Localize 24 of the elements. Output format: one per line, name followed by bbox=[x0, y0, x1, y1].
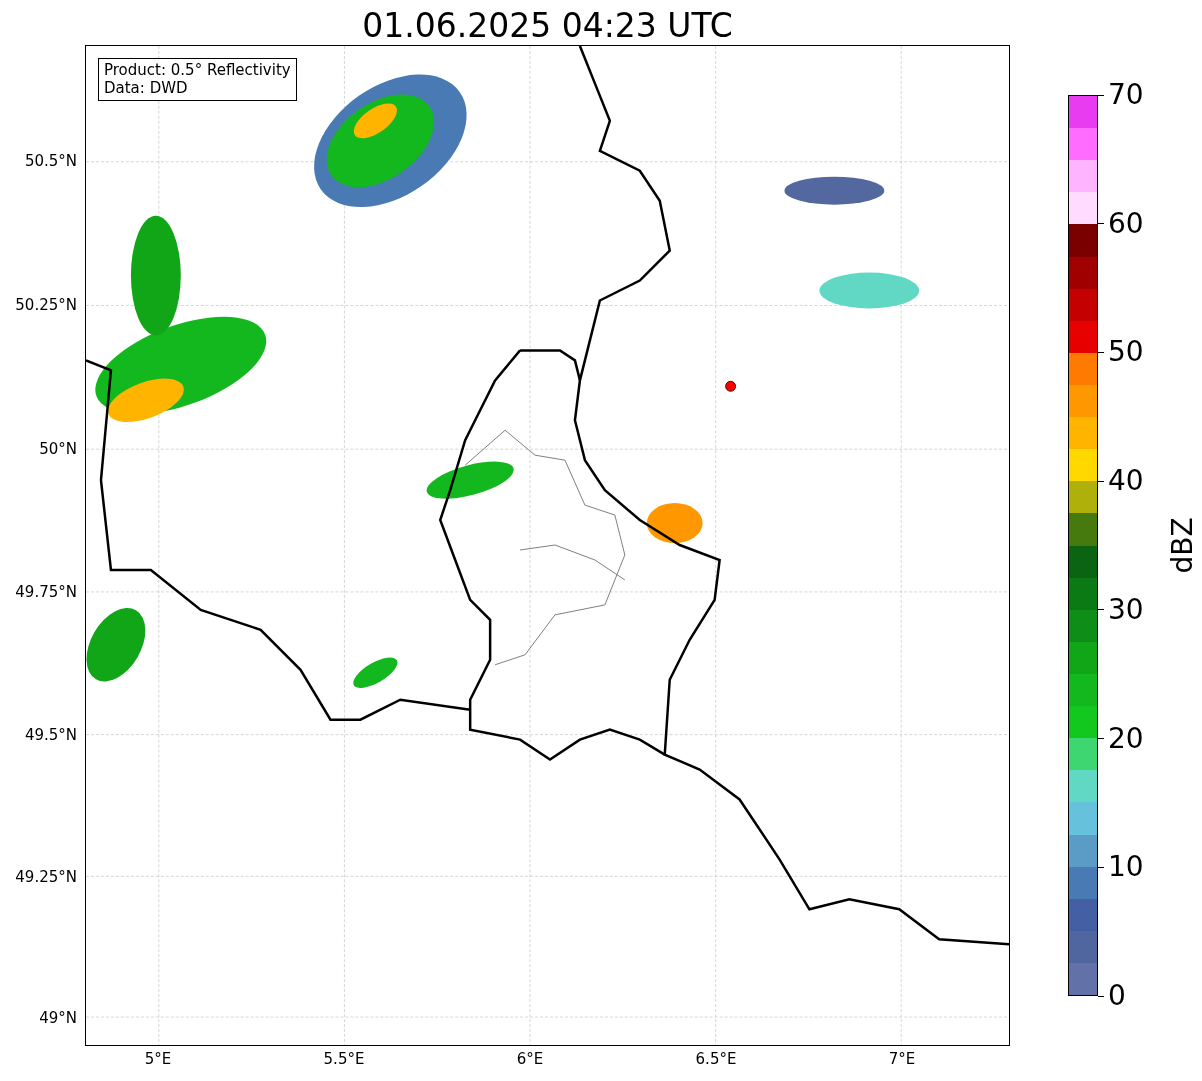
latitude-label: 50.25°N bbox=[15, 296, 77, 314]
longitude-label: 7°E bbox=[888, 1050, 916, 1068]
chart-title: 01.06.2025 04:23 UTC bbox=[362, 7, 733, 45]
scale-tick-label: 30 bbox=[1098, 593, 1144, 626]
info-text: Product: 0.5° Reflectivity bbox=[104, 61, 291, 79]
scale-tick-label: 0 bbox=[1098, 980, 1126, 1012]
latitude-label: 50°N bbox=[39, 440, 77, 458]
latitude-label: 49.5°N bbox=[24, 726, 77, 744]
scale-tick-label: 70 bbox=[1098, 79, 1144, 111]
scale-tick-label: 10 bbox=[1098, 851, 1144, 884]
info-text: Data: DWD bbox=[104, 79, 189, 97]
latitude-label: 50.5°N bbox=[24, 152, 77, 170]
latitude-label: 49°N bbox=[39, 1009, 77, 1027]
scale-tick-label: 60 bbox=[1098, 207, 1144, 240]
latitude-label: 49.75°N bbox=[15, 583, 77, 601]
scale-unit-label: dBZ bbox=[1165, 517, 1199, 574]
scale-tick-label: 50 bbox=[1098, 336, 1144, 369]
longitude-label: 6.5°E bbox=[695, 1050, 737, 1068]
latitude-label: 49.25°N bbox=[15, 868, 77, 886]
longitude-label: 5°E bbox=[144, 1050, 172, 1068]
scale-tick-label: 20 bbox=[1098, 722, 1144, 755]
longitude-label: 5.5°E bbox=[323, 1050, 365, 1068]
scale-tick-label: 40 bbox=[1098, 465, 1144, 498]
longitude-label: 6°E bbox=[516, 1050, 544, 1068]
